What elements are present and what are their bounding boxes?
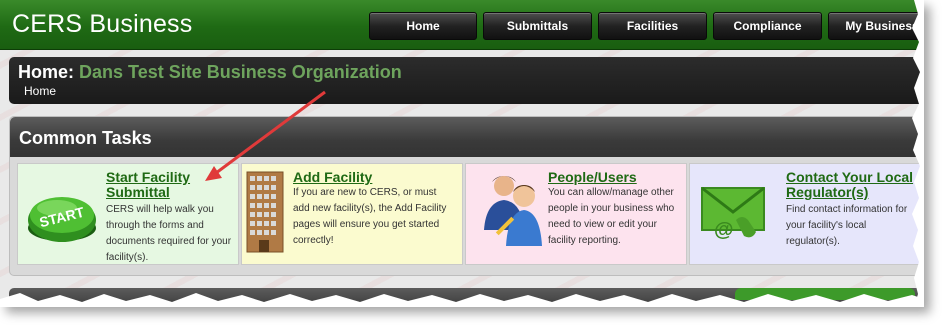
start-facility-submittal-link[interactable]: Start Facility Submittal xyxy=(106,170,241,200)
breadcrumb-header: Home: Dans Test Site Business Organizati… xyxy=(9,57,924,104)
task-card-start-submittal[interactable]: START Start Facility Submittal CERS will… xyxy=(17,163,239,265)
svg-text:@: @ xyxy=(714,219,734,241)
users-icon[interactable] xyxy=(482,170,544,248)
common-tasks-header: Common Tasks xyxy=(10,117,923,157)
torn-edge-bottom xyxy=(0,293,924,307)
app-title: CERS Business xyxy=(12,10,193,38)
nav-facilities-button[interactable]: Facilities xyxy=(598,12,707,40)
task-card-people-users[interactable]: People/Users You can allow/manage other … xyxy=(465,163,687,265)
add-facility-description: If you are new to CERS, or must add new … xyxy=(293,187,447,246)
nav-submittals-button[interactable]: Submittals xyxy=(483,12,592,40)
start-button-icon[interactable]: START xyxy=(24,170,100,248)
main-nav: Home Submittals Facilities Compliance My… xyxy=(369,12,924,40)
page-title-prefix: Home: xyxy=(18,62,75,82)
people-users-link[interactable]: People/Users xyxy=(548,170,683,185)
common-tasks-title: Common Tasks xyxy=(19,128,152,148)
people-users-description: You can allow/manage other people in you… xyxy=(548,187,675,246)
page-title: Home: Dans Test Site Business Organizati… xyxy=(18,62,402,83)
nav-home-button[interactable]: Home xyxy=(369,12,477,40)
breadcrumb-home[interactable]: Home xyxy=(24,84,56,98)
task-card-add-facility[interactable]: Add Facility If you are new to CERS, or … xyxy=(241,163,463,265)
start-facility-submittal-description: CERS will help walk you through the form… xyxy=(106,204,232,263)
contact-regulator-link[interactable]: Contact Your Local Regulator(s) xyxy=(786,170,921,200)
organization-name: Dans Test Site Business Organization xyxy=(79,62,402,82)
task-card-contact-regulator[interactable]: @ Contact Your Local Regulator(s) Find c… xyxy=(689,163,923,265)
add-facility-link[interactable]: Add Facility xyxy=(293,170,428,185)
page: CERS Business Home Submittals Facilities… xyxy=(0,0,924,307)
building-icon[interactable] xyxy=(246,170,284,254)
common-tasks-panel: Common Tasks START Start Facility Submit… xyxy=(9,116,924,276)
torn-edge-right xyxy=(912,0,924,307)
contact-regulator-description: Find contact information for your facili… xyxy=(786,204,908,247)
nav-compliance-button[interactable]: Compliance xyxy=(713,12,822,40)
top-header: CERS Business Home Submittals Facilities… xyxy=(0,0,924,50)
email-phone-icon[interactable]: @ xyxy=(696,170,772,248)
